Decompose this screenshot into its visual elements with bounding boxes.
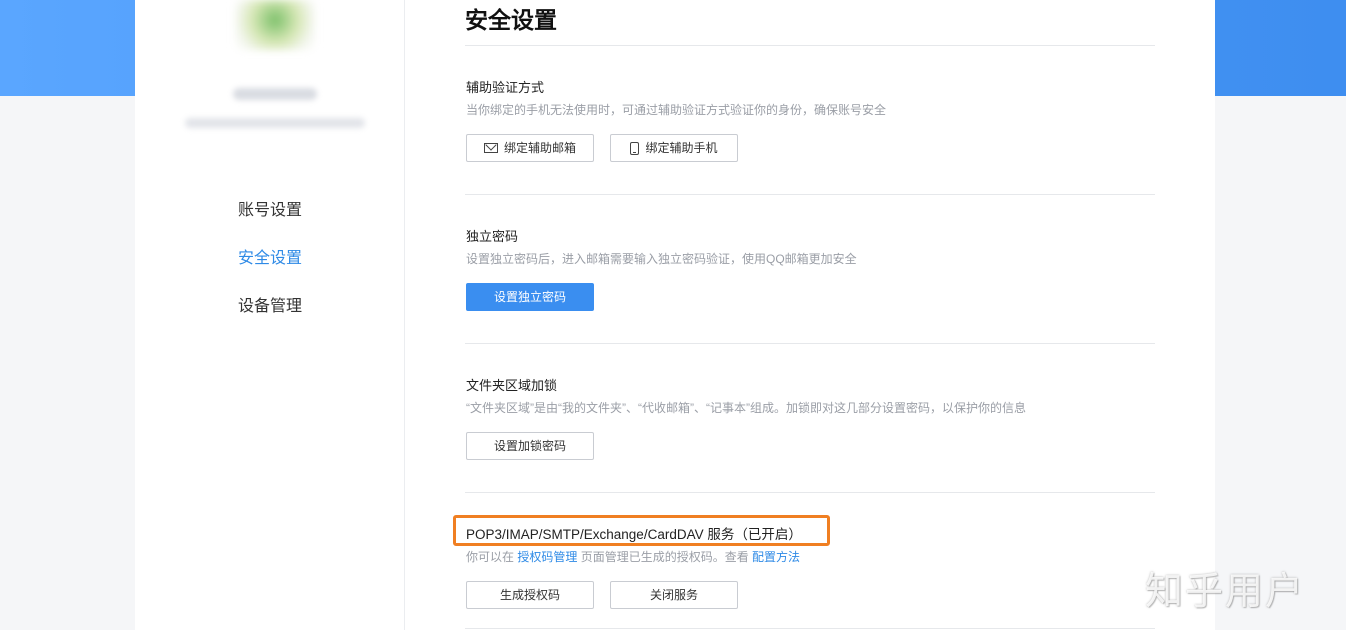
divider: [465, 194, 1155, 195]
sidebar-item-account[interactable]: 账号设置: [238, 198, 302, 224]
close-service-button[interactable]: 关闭服务: [610, 581, 738, 609]
divider: [465, 492, 1155, 493]
avatar[interactable]: [235, 0, 315, 50]
section-title-independent-password: 独立密码: [466, 229, 519, 244]
section-desc-secondary-verification: 当你绑定的手机无法使用时，可通过辅助验证方式验证你的身份，确保账号安全: [466, 103, 887, 117]
sidebar-item-devices[interactable]: 设备管理: [238, 294, 302, 320]
section-desc-folder-lock: “文件夹区域”是由“我的文件夹”、“代收邮箱”、“记事本”组成。加锁即对这几部分…: [466, 401, 1026, 415]
button-label: 设置独立密码: [493, 290, 566, 304]
sidebar: 账号设置 安全设置 设备管理: [135, 0, 405, 630]
button-label: 生成授权码: [499, 588, 560, 602]
page: 账号设置 安全设置 设备管理 安全设置 辅助验证方式 当你绑定的手机无法使用时，…: [0, 0, 1346, 630]
section-desc-independent-password: 设置独立密码后，进入邮箱需要输入独立密码验证，使用QQ邮箱更加安全: [466, 252, 857, 266]
button-label: 关闭服务: [649, 588, 698, 602]
set-independent-password-button[interactable]: 设置独立密码: [466, 283, 594, 311]
auth-code-management-link[interactable]: 授权码管理: [517, 550, 577, 564]
section-title-pop3-service: POP3/IMAP/SMTP/Exchange/CardDAV 服务（已开启）: [466, 527, 802, 542]
button-label: 绑定辅助邮箱: [503, 141, 576, 155]
profile-name-redacted: [233, 88, 317, 100]
divider: [465, 628, 1155, 629]
sidebar-nav: 账号设置 安全设置 设备管理: [238, 198, 302, 342]
config-method-link[interactable]: 配置方法: [752, 550, 800, 564]
generate-auth-code-button[interactable]: 生成授权码: [466, 581, 594, 609]
mail-icon: [483, 143, 498, 153]
desc-text: 你可以在: [466, 550, 518, 564]
button-label: 设置加锁密码: [493, 439, 566, 453]
profile-email-redacted: [185, 118, 365, 128]
bind-backup-email-button[interactable]: 绑定辅助邮箱: [466, 134, 594, 162]
divider: [465, 45, 1155, 46]
phone-icon: [630, 141, 640, 155]
bind-backup-phone-button[interactable]: 绑定辅助手机: [610, 134, 738, 162]
sidebar-item-security[interactable]: 安全设置: [238, 246, 302, 272]
section-desc-pop3-service: 你可以在 授权码管理 页面管理已生成的授权码。查看 配置方法: [466, 549, 800, 565]
watermark: 知乎用户: [1145, 569, 1306, 613]
desc-text: 页面管理已生成的授权码。查看: [577, 550, 753, 564]
page-title: 安全设置: [465, 7, 557, 33]
button-label: 绑定辅助手机: [645, 141, 718, 155]
divider: [465, 343, 1155, 344]
profile-card: [175, 0, 375, 140]
section-title-secondary-verification: 辅助验证方式: [466, 80, 545, 95]
set-lock-password-button[interactable]: 设置加锁密码: [466, 432, 594, 460]
section-title-folder-lock: 文件夹区域加锁: [466, 378, 558, 393]
settings-panel: 账号设置 安全设置 设备管理 安全设置 辅助验证方式 当你绑定的手机无法使用时，…: [135, 0, 1215, 630]
